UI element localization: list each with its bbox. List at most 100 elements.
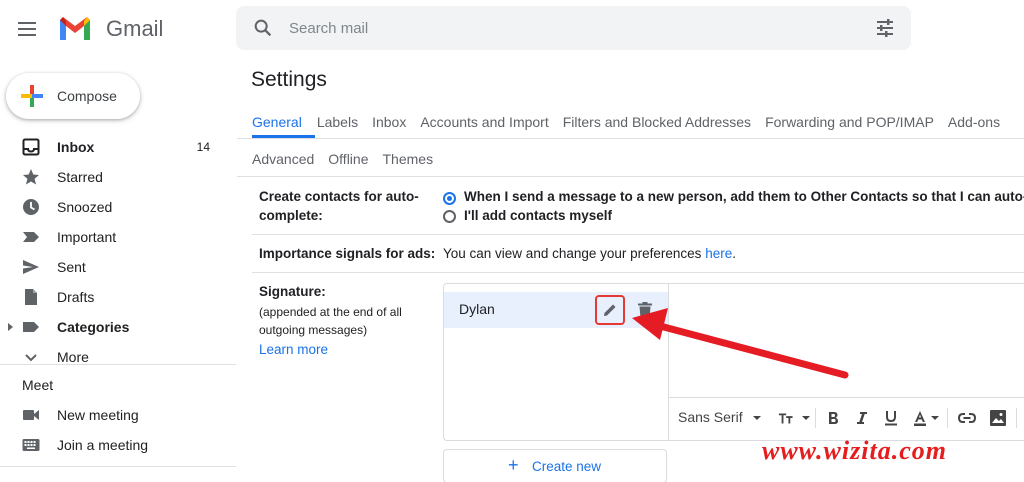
divider — [0, 466, 236, 467]
search-bar[interactable]: Search mail — [236, 6, 911, 50]
sidebar-item-starred[interactable]: Starred — [0, 162, 236, 192]
create-new-label: Create new — [532, 459, 602, 474]
menu-bar — [18, 22, 36, 24]
importance-description: You can view and change your preferences — [443, 246, 702, 261]
divider — [669, 397, 1024, 398]
search-icon[interactable] — [252, 17, 274, 39]
sidebar-item-label: Sent — [57, 259, 86, 275]
tab-advanced[interactable]: Advanced — [237, 149, 321, 179]
sidebar-item-label: Important — [57, 229, 117, 245]
signature-help-line: outgoing messages) — [259, 323, 368, 337]
bold-button[interactable] — [822, 408, 844, 428]
send-icon — [23, 260, 39, 274]
divider — [947, 408, 948, 428]
sidebar-item-label: More — [57, 349, 89, 365]
page-title: Settings — [251, 68, 327, 91]
signature-help-line: (appended at the end of all — [259, 305, 402, 319]
sidebar-item-label: Drafts — [57, 289, 95, 305]
sidebar-item-label: Starred — [57, 169, 103, 185]
divider — [815, 408, 816, 428]
tab-themes[interactable]: Themes — [376, 149, 441, 179]
sidebar-item-categories[interactable]: Categories — [0, 312, 236, 342]
chevron-down-icon — [752, 416, 761, 421]
settings-tabs-row-2: Advanced Offline Themes — [237, 149, 440, 179]
inbox-icon — [22, 138, 40, 156]
sidebar-item-snoozed[interactable]: Snoozed — [0, 192, 236, 222]
sidebar-item-drafts[interactable]: Drafts — [0, 282, 236, 312]
importance-label: Importance signals for ads: — [259, 246, 436, 261]
search-input[interactable]: Search mail — [289, 20, 368, 37]
sidebar-item-label: Categories — [57, 319, 130, 335]
preferences-link[interactable]: here — [705, 246, 732, 261]
divider — [0, 364, 236, 365]
signature-label: Signature: — [259, 284, 326, 299]
plus-icon: + — [508, 455, 519, 475]
unread-count: 14 — [196, 140, 210, 154]
divider — [252, 272, 1024, 273]
image-icon — [990, 410, 1006, 426]
font-family-select[interactable]: Sans Serif — [678, 409, 761, 425]
underline-icon — [885, 411, 897, 426]
signature-name[interactable]: Dylan — [459, 301, 495, 317]
menu-bar — [18, 34, 36, 36]
pencil-icon — [604, 304, 616, 316]
sidebar-item-more[interactable]: More — [0, 342, 236, 372]
divider — [237, 138, 1024, 139]
importance-text: You can view and change your preferences… — [443, 244, 736, 263]
divider — [252, 234, 1024, 235]
sidebar-item-label: Snoozed — [57, 199, 113, 215]
italic-button[interactable] — [851, 408, 873, 428]
label-icon — [23, 322, 39, 332]
tab-offline[interactable]: Offline — [321, 149, 375, 179]
important-icon — [23, 232, 39, 242]
sidebar-item-important[interactable]: Important — [0, 222, 236, 252]
sidebar-item-new-meeting[interactable]: New meeting — [0, 400, 236, 430]
radio-label-myself[interactable]: I'll add contacts myself — [464, 206, 612, 225]
insert-link-button[interactable] — [956, 408, 978, 428]
annotation-arrow-icon — [632, 308, 849, 379]
sidebar-item-label: New meeting — [57, 407, 139, 423]
underline-button[interactable] — [880, 408, 902, 428]
sidebar-item-join-meeting[interactable]: Join a meeting — [0, 430, 236, 460]
divider — [237, 176, 1024, 177]
chevron-down-icon — [802, 416, 810, 420]
keyboard-icon — [22, 439, 40, 451]
meet-section-title: Meet — [22, 377, 54, 393]
sidebar-item-sent[interactable]: Sent — [0, 252, 236, 282]
star-icon — [23, 169, 39, 185]
sidebar-item-label: Inbox — [57, 139, 95, 155]
font-family-value: Sans Serif — [678, 409, 743, 425]
create-contacts-label-line: complete: — [259, 208, 323, 223]
compose-label: Compose — [57, 88, 117, 104]
watermark: www.wizita.com — [762, 436, 947, 465]
radio-label-add-contacts[interactable]: When I send a message to a new person, a… — [464, 187, 1024, 206]
divider — [1016, 408, 1017, 428]
search-options-icon[interactable] — [875, 18, 895, 38]
main-menu-button[interactable] — [18, 16, 44, 42]
plus-icon — [21, 85, 43, 107]
sidebar-item-label: Join a meeting — [57, 437, 149, 453]
chevron-down-icon — [931, 416, 939, 420]
expand-caret-icon[interactable] — [8, 323, 13, 331]
compose-button[interactable]: Compose — [6, 73, 140, 119]
draft-icon — [25, 289, 37, 305]
text-color-icon — [914, 411, 926, 426]
app-name: Gmail — [106, 16, 164, 41]
learn-more-link[interactable]: Learn more — [259, 340, 328, 359]
text-size-button[interactable] — [778, 408, 810, 428]
clock-icon — [23, 199, 39, 215]
create-new-signature-button[interactable]: + Create new — [443, 449, 667, 482]
radio-add-to-other-contacts[interactable] — [443, 192, 456, 205]
top-bar: Gmail Search mail — [0, 0, 1024, 58]
sidebar-item-inbox[interactable]: Inbox 14 — [0, 132, 236, 162]
insert-image-button[interactable] — [987, 408, 1009, 428]
importance-suffix: . — [732, 246, 736, 261]
text-color-button[interactable] — [910, 408, 942, 428]
video-icon — [23, 410, 39, 420]
menu-bar — [18, 28, 36, 30]
gmail-logo-icon[interactable] — [58, 14, 92, 42]
italic-icon — [857, 412, 867, 424]
create-contacts-label: Create contacts for auto- complete: — [259, 187, 419, 225]
link-icon — [958, 413, 976, 423]
radio-add-contacts-myself[interactable] — [443, 210, 456, 223]
